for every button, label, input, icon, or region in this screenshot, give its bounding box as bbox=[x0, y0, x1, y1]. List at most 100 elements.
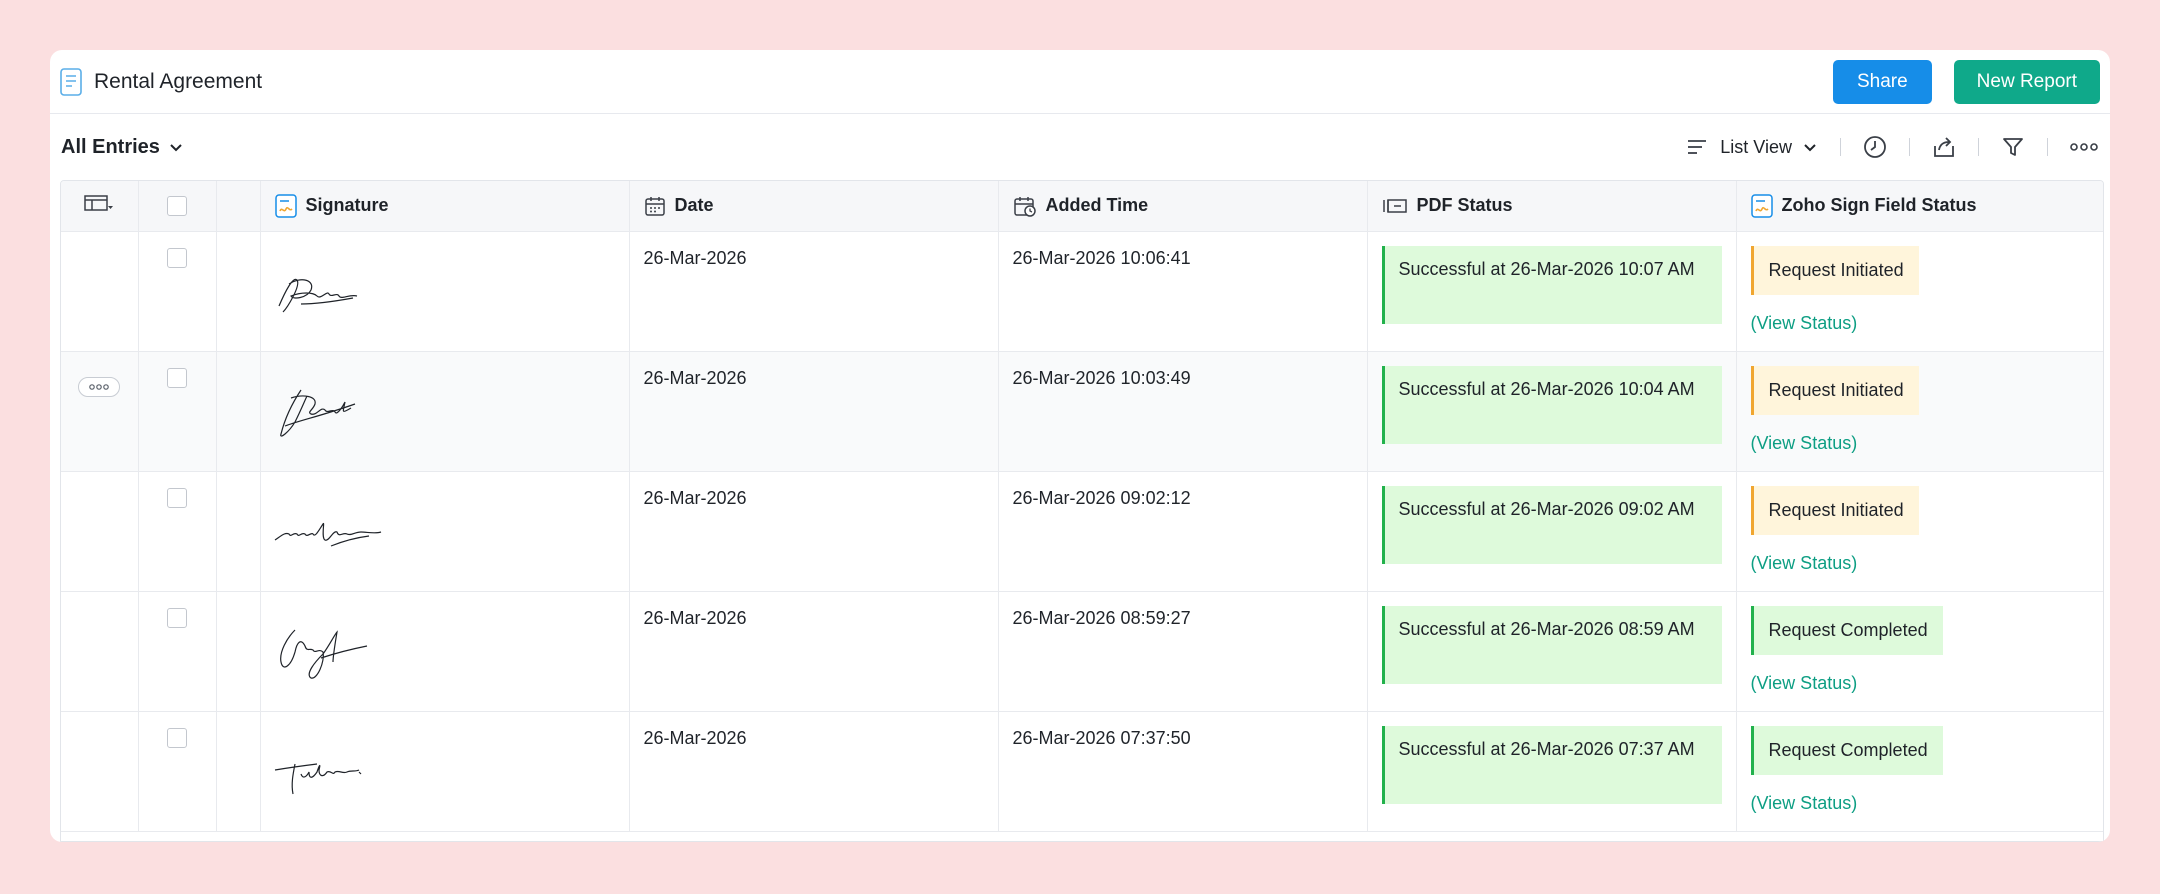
view-status-link[interactable]: (View Status) bbox=[1751, 793, 2092, 814]
column-header-label: Added Time bbox=[1045, 195, 1149, 216]
report-title: Rental Agreement bbox=[94, 69, 263, 93]
entries-label: All Entries bbox=[61, 135, 160, 158]
row-select-cell bbox=[138, 711, 217, 832]
view-label: List View bbox=[1720, 136, 1792, 157]
added-time-cell: 26-Mar-2026 07:37:50 bbox=[998, 711, 1368, 832]
entries-dropdown[interactable]: All Entries bbox=[61, 136, 184, 159]
row-actions-cell bbox=[61, 591, 139, 712]
pdf-status-badge: Successful at 26-Mar-2026 09:02 AM bbox=[1381, 485, 1722, 564]
list-lines-icon bbox=[1688, 140, 1707, 154]
select-all-cell bbox=[138, 181, 217, 232]
pdf-status-badge: Successful at 26-Mar-2026 10:07 AM bbox=[1381, 245, 1722, 324]
view-status-link[interactable]: (View Status) bbox=[1751, 673, 2092, 694]
row-actions-cell bbox=[61, 231, 139, 352]
table-row[interactable]: 26-Mar-2026 26-Mar-2026 07:37:50 Success… bbox=[61, 711, 2103, 832]
row-actions-cell bbox=[61, 711, 139, 832]
row-select-cell bbox=[138, 351, 217, 472]
new-report-button[interactable]: New Report bbox=[1953, 59, 2100, 104]
report-header: Rental Agreement Share New Report bbox=[50, 50, 2110, 114]
signature-field-icon bbox=[274, 194, 297, 218]
row-actions-cell bbox=[61, 471, 139, 592]
column-header-signature[interactable]: Signature bbox=[260, 181, 630, 232]
calendar-clock-icon bbox=[1013, 196, 1036, 217]
column-header-pdf-status[interactable]: PDF Status bbox=[1367, 181, 1737, 232]
select-all-checkbox[interactable] bbox=[167, 196, 187, 217]
more-dots-icon[interactable] bbox=[2070, 141, 2098, 153]
sign-status-badge: Request Completed bbox=[1750, 725, 1943, 775]
sign-status-badge: Request Initiated bbox=[1750, 365, 1919, 415]
row-actions-header bbox=[216, 181, 261, 232]
signature-cell bbox=[260, 351, 630, 472]
date-cell: 26-Mar-2026 bbox=[629, 471, 999, 592]
view-switcher[interactable]: List View bbox=[1686, 137, 1818, 158]
signature-image bbox=[279, 389, 355, 437]
column-header-zoho-sign-status[interactable]: Zoho Sign Field Status bbox=[1736, 181, 2103, 232]
column-header-label: Signature bbox=[305, 195, 389, 216]
column-header-label: PDF Status bbox=[1416, 195, 1513, 216]
column-header-label: Zoho Sign Field Status bbox=[1781, 195, 1977, 216]
chevron-down-icon bbox=[170, 144, 182, 152]
signature-image bbox=[279, 629, 367, 679]
table-row[interactable]: 26-Mar-2026 26-Mar-2026 08:59:27 Success… bbox=[61, 591, 2103, 712]
added-time-cell: 26-Mar-2026 10:03:49 bbox=[998, 351, 1368, 472]
clock-icon[interactable] bbox=[1863, 135, 1887, 159]
sign-status-cell: Request Completed (View Status) bbox=[1736, 711, 2103, 832]
date-cell: 26-Mar-2026 bbox=[629, 231, 999, 352]
row-checkbox[interactable] bbox=[167, 487, 187, 508]
column-header-label: Date bbox=[674, 195, 714, 216]
report-panel: Rental Agreement Share New Report All En… bbox=[50, 50, 2110, 842]
sign-status-badge: Request Initiated bbox=[1750, 485, 1919, 535]
sign-status-badge: Request Completed bbox=[1750, 605, 1943, 655]
sign-status-cell: Request Initiated (View Status) bbox=[1736, 351, 2103, 472]
column-settings[interactable] bbox=[61, 181, 139, 232]
table-row[interactable]: 26-Mar-2026 26-Mar-2026 10:06:41 Success… bbox=[61, 231, 2103, 352]
pdf-status-badge: Successful at 26-Mar-2026 07:37 AM bbox=[1381, 725, 1722, 804]
table-header-row: Signature Date Added Time PDF Status Zoh… bbox=[61, 181, 2103, 232]
chevron-down-icon bbox=[1804, 144, 1816, 152]
column-header-added-time[interactable]: Added Time bbox=[998, 181, 1368, 232]
sign-status-cell: Request Completed (View Status) bbox=[1736, 591, 2103, 712]
pdf-field-icon bbox=[1382, 199, 1407, 213]
share-button[interactable]: Share bbox=[1832, 59, 1932, 104]
row-more-button[interactable] bbox=[78, 376, 121, 397]
records-table: Signature Date Added Time PDF Status Zoh… bbox=[60, 180, 2104, 842]
table-row[interactable]: 26-Mar-2026 26-Mar-2026 10:03:49 Success… bbox=[61, 351, 2103, 472]
signature-cell bbox=[260, 471, 630, 592]
view-status-link[interactable]: (View Status) bbox=[1751, 553, 2092, 574]
added-time-cell: 26-Mar-2026 08:59:27 bbox=[998, 591, 1368, 712]
pdf-status-badge: Successful at 26-Mar-2026 10:04 AM bbox=[1381, 365, 1722, 444]
row-checkbox[interactable] bbox=[167, 247, 187, 268]
row-select-cell bbox=[138, 591, 217, 712]
view-status-link[interactable]: (View Status) bbox=[1751, 433, 2092, 454]
signature-cell bbox=[260, 711, 630, 832]
view-status-link[interactable]: (View Status) bbox=[1751, 313, 2092, 334]
export-icon[interactable] bbox=[1932, 135, 1956, 159]
row-select-cell bbox=[138, 471, 217, 592]
date-cell: 26-Mar-2026 bbox=[629, 711, 999, 832]
row-checkbox[interactable] bbox=[167, 367, 187, 388]
date-cell: 26-Mar-2026 bbox=[629, 351, 999, 472]
added-time-cell: 26-Mar-2026 09:02:12 bbox=[998, 471, 1368, 592]
added-time-cell: 26-Mar-2026 10:06:41 bbox=[998, 231, 1368, 352]
row-checkbox[interactable] bbox=[167, 727, 187, 748]
calendar-icon bbox=[644, 196, 665, 216]
column-settings-icon bbox=[84, 195, 114, 211]
pdf-status-cell: Successful at 26-Mar-2026 08:59 AM bbox=[1367, 591, 1737, 712]
row-select-cell bbox=[138, 231, 217, 352]
signature-field-icon bbox=[1750, 194, 1773, 218]
column-header-date[interactable]: Date bbox=[629, 181, 999, 232]
pdf-status-cell: Successful at 26-Mar-2026 09:02 AM bbox=[1367, 471, 1737, 592]
signature-image bbox=[277, 278, 357, 312]
row-checkbox[interactable] bbox=[167, 607, 187, 628]
table-row[interactable]: 26-Mar-2026 26-Mar-2026 09:02:12 Success… bbox=[61, 471, 2103, 592]
filter-funnel-icon[interactable] bbox=[2001, 135, 2025, 159]
sign-status-cell: Request Initiated (View Status) bbox=[1736, 231, 2103, 352]
sign-status-cell: Request Initiated (View Status) bbox=[1736, 471, 2103, 592]
report-toolbar: All Entries List View bbox=[50, 114, 2110, 180]
pdf-status-badge: Successful at 26-Mar-2026 08:59 AM bbox=[1381, 605, 1722, 684]
sign-status-badge: Request Initiated bbox=[1750, 245, 1919, 295]
signature-cell bbox=[260, 231, 630, 352]
more-dots-icon bbox=[89, 383, 110, 390]
row-actions-cell bbox=[61, 351, 139, 472]
signature-cell bbox=[260, 591, 630, 712]
